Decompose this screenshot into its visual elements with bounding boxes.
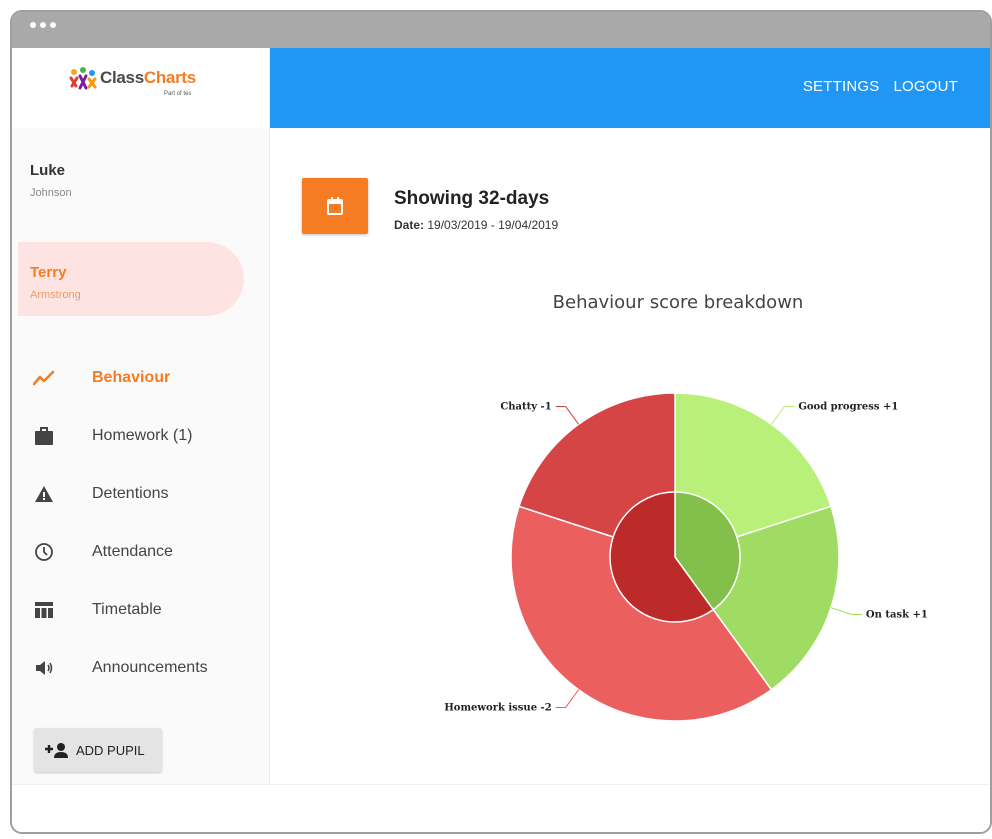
timetable-icon [32, 598, 56, 622]
nav-item-homework[interactable]: Homework (1) [32, 416, 252, 456]
slice-leader-line [830, 607, 862, 615]
pupil-first-name: Terry [30, 264, 67, 281]
slice-label: Chatty -1 [500, 402, 551, 413]
pupil-first-name: Luke [30, 162, 66, 179]
pupil-last-name: Johnson [30, 187, 72, 199]
nav-item-attendance[interactable]: Attendance [32, 532, 252, 572]
nav-item-detentions[interactable]: Detentions [32, 474, 252, 514]
add-person-icon [45, 743, 68, 758]
logo[interactable]: ClassCharts Part of tes [12, 48, 269, 128]
trend-line-icon [32, 366, 56, 390]
nav-item-behaviour[interactable]: Behaviour [32, 358, 252, 398]
slice-label: Homework issue -2 [444, 702, 551, 713]
chart-title: Behaviour score breakdown [553, 292, 804, 313]
logo-text-part1: Class [100, 68, 144, 87]
speaker-icon [32, 656, 56, 680]
browser-window: ClassCharts Part of tes Luke Johnson Ter… [10, 10, 992, 834]
slice-label: Good progress +1 [798, 402, 898, 413]
slice-label: On task +1 [866, 609, 928, 620]
window-dot[interactable] [30, 22, 36, 28]
window-dot[interactable] [40, 22, 46, 28]
warning-triangle-icon [32, 482, 56, 506]
pupil-item-terry[interactable]: Terry Armstrong [18, 242, 244, 316]
nav-item-announcements[interactable]: Announcements [32, 648, 252, 688]
add-pupil-button[interactable]: ADD PUPIL [34, 728, 162, 772]
pupil-item-luke[interactable]: Luke Johnson [18, 140, 244, 214]
slice-leader-line [770, 406, 795, 425]
clock-icon [32, 540, 56, 564]
nav-label: Announcements [92, 659, 208, 676]
pupil-last-name: Armstrong [30, 289, 81, 301]
header-links: SETTINGS LOGOUT [803, 78, 958, 95]
slice-leader-line [555, 689, 580, 708]
slice-leader-line [555, 406, 580, 425]
nav-label: Homework (1) [92, 427, 193, 444]
logo-tagline: Part of tes [164, 91, 192, 97]
footer [12, 784, 990, 832]
nav-label: Detentions [92, 485, 169, 502]
window-controls [30, 22, 56, 28]
window-titlebar [12, 12, 990, 48]
add-pupil-label: ADD PUPIL [76, 742, 145, 758]
nav-label: Timetable [92, 601, 162, 618]
nav-label: Attendance [92, 543, 173, 560]
behaviour-chart: Behaviour score breakdown Good progress … [444, 292, 928, 722]
settings-link[interactable]: SETTINGS [803, 78, 880, 95]
classcharts-logo-icon [69, 67, 97, 90]
sidebar: ClassCharts Part of tes Luke Johnson Ter… [12, 48, 270, 784]
logout-link[interactable]: LOGOUT [893, 78, 958, 95]
header-bar: SETTINGS LOGOUT [270, 48, 990, 128]
window-dot[interactable] [50, 22, 56, 28]
nav-item-timetable[interactable]: Timetable [32, 590, 252, 630]
nav-label: Behaviour [92, 369, 171, 386]
briefcase-icon [32, 424, 56, 448]
main-content: Showing 32-days Date: 19/03/2019 - 19/04… [270, 128, 990, 784]
logo-text-part2: Charts [143, 68, 196, 87]
logo-text: ClassCharts [100, 68, 196, 88]
